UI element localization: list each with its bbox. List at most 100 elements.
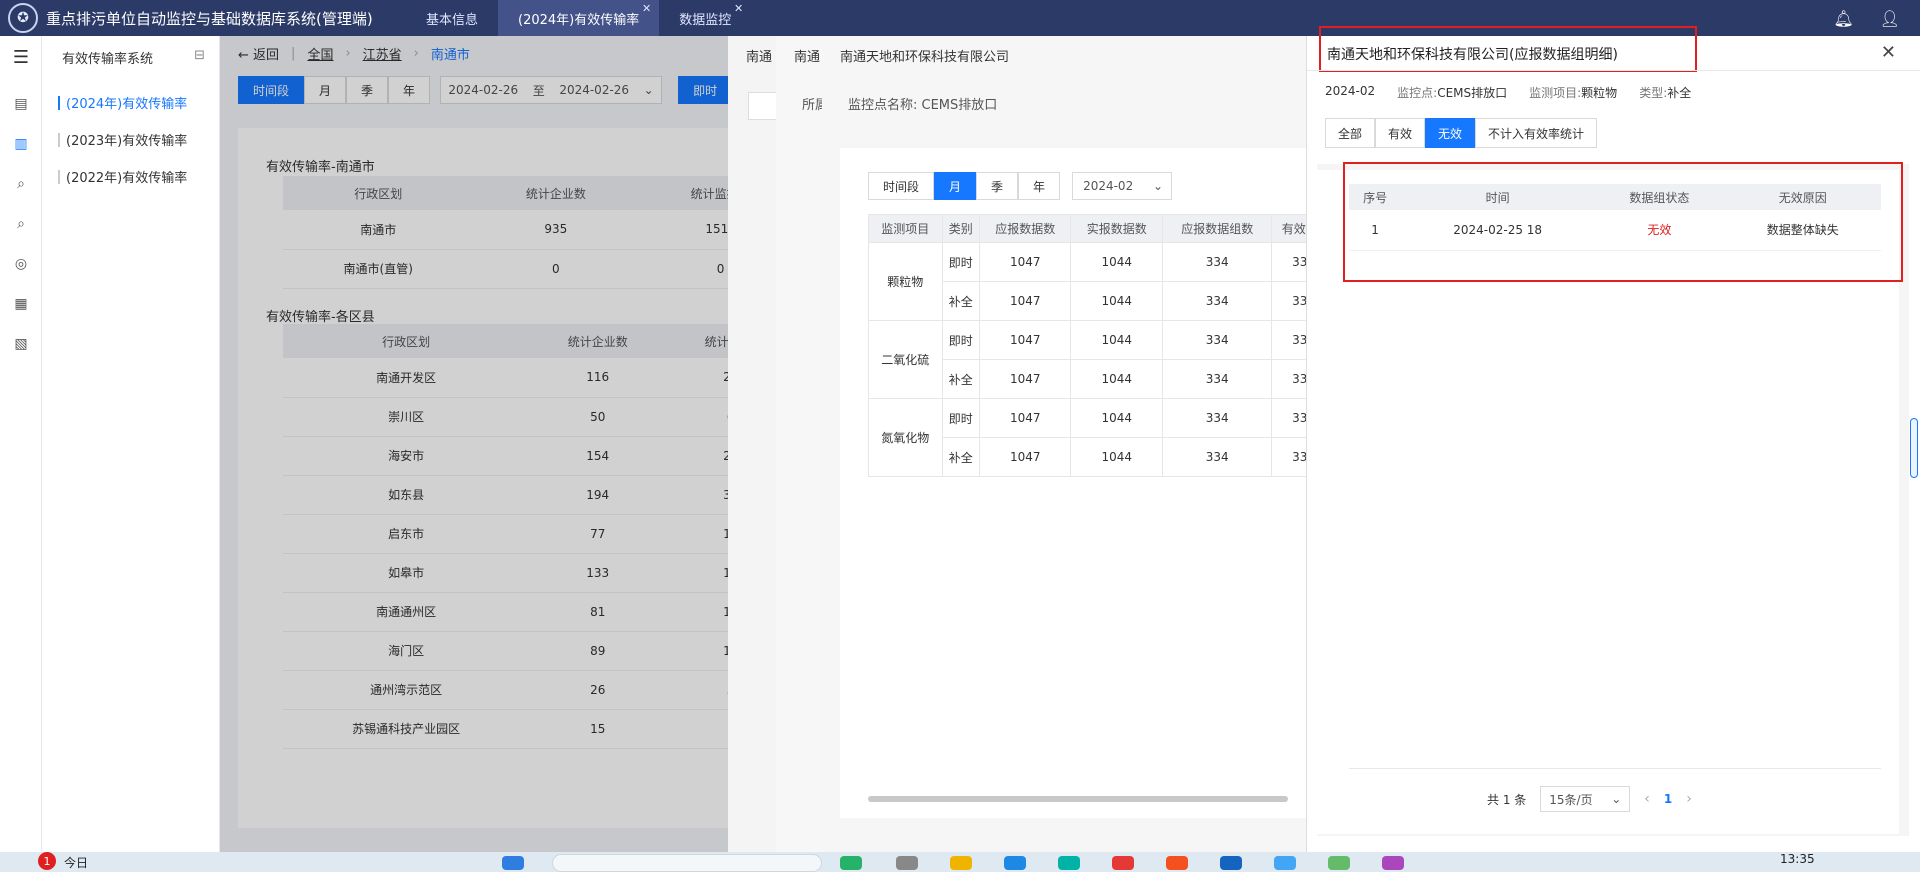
cell: 1047 [978, 398, 1072, 438]
pagination: 共 1 条 15条/页 ⌄ ‹ 1 › [1487, 786, 1692, 812]
list-icon[interactable]: ▦ [0, 284, 42, 324]
app-icon[interactable] [1112, 856, 1134, 870]
subnav-item-label: (2024年)有效传输率 [66, 97, 188, 112]
app-icon[interactable] [1220, 856, 1242, 870]
seg-month[interactable]: 月 [934, 172, 977, 200]
tab-basic-info[interactable]: 基本信息 [406, 0, 498, 36]
cell: 1044 [1070, 242, 1163, 282]
tab-valid[interactable]: 有效 [1375, 118, 1426, 148]
item-marker [58, 132, 60, 147]
table-row[interactable]: 颗粒物 即时 1047 1044 334 33 [868, 242, 1328, 321]
tab-invalid[interactable]: 无效 [1425, 118, 1476, 148]
app-icon[interactable] [896, 856, 918, 870]
seg-year[interactable]: 年 [1018, 172, 1061, 200]
subnav-item-label: (2023年)有效传输率 [66, 134, 188, 149]
cell: 1047 [978, 359, 1072, 399]
app-icon[interactable] [1166, 856, 1188, 870]
highlight-box-title [1319, 26, 1697, 72]
close-icon[interactable]: ✕ [1881, 42, 1896, 63]
cell: 1047 [978, 281, 1072, 321]
monitor-point-label: 监控点名称: CEMS排放口 [848, 98, 998, 113]
taskbar-search[interactable] [552, 854, 822, 872]
app-icon[interactable] [840, 856, 862, 870]
report-search-icon[interactable]: ⌕ [0, 204, 42, 244]
os-taskbar: 1 今日 13:35 [0, 852, 1920, 872]
cell: 即时 [941, 398, 980, 438]
meta-key: 监控点: [1397, 86, 1438, 100]
page-size-select[interactable]: 15条/页 ⌄ [1540, 786, 1631, 812]
target-icon[interactable]: ◎ [0, 244, 42, 284]
seg-period[interactable]: 时间段 [868, 172, 935, 200]
app-icon[interactable] [1328, 856, 1350, 870]
clock: 13:35 [1780, 852, 1815, 866]
month-picker[interactable]: 2024-02 ⌄ [1072, 172, 1173, 200]
chevron-down-icon: ⌄ [1153, 179, 1164, 193]
table-row[interactable]: 氮氧化物 即时 1047 1044 334 33 [868, 398, 1328, 477]
subnav-item-2023[interactable]: (2023年)有效传输率 [42, 121, 219, 158]
highlight-box-table [1343, 162, 1903, 282]
chart-icon[interactable]: ▤ [0, 84, 42, 124]
cell: 1047 [978, 437, 1072, 477]
tab-excluded[interactable]: 不计入有效率统计 [1475, 118, 1598, 148]
col-header: 应报数据数 [978, 214, 1072, 243]
panel-title: 南通 [794, 50, 821, 65]
vertical-scrollbar[interactable] [1910, 418, 1918, 478]
cell: 即时 [941, 242, 980, 282]
subnav-item-2022[interactable]: (2022年)有效传输率 [42, 158, 219, 195]
browser-icon[interactable] [1004, 856, 1026, 870]
table-icon[interactable]: ▧ [0, 324, 42, 364]
tab-transmission-rate[interactable]: (2024年)有效传输率 ✕ [498, 0, 660, 36]
item-marker [58, 169, 60, 184]
cell: 1044 [1070, 281, 1163, 321]
folder-icon[interactable] [950, 856, 972, 870]
meta-value: CEMS排放口 [1437, 86, 1508, 100]
meta-item: 监测项目:颗粒物 [1529, 84, 1617, 101]
subnav-title: 有效传输率系统 ⊟ [42, 36, 219, 78]
app-icon[interactable] [1058, 856, 1080, 870]
app-logo-icon: ✪ [8, 3, 38, 33]
close-icon[interactable]: ✕ [734, 2, 743, 15]
meta-period: 2024-02 [1325, 84, 1376, 98]
cell: 1044 [1070, 359, 1163, 399]
seg-quarter[interactable]: 季 [976, 172, 1019, 200]
total-count: 共 1 条 [1487, 792, 1527, 807]
meta-type: 类型:补全 [1639, 84, 1691, 101]
meta-key: 类型: [1639, 86, 1668, 100]
detail-drawer: 南通天地和环保科技有限公司(应报数据组明细) ✕ 2024-02 监控点:CEM… [1306, 26, 1920, 852]
cell: 补全 [941, 437, 980, 477]
col-header: 类别 [941, 214, 980, 243]
horizontal-scrollbar[interactable] [868, 796, 1288, 802]
cell: 1044 [1070, 437, 1163, 477]
doc-search-icon[interactable]: ⌕ [0, 164, 42, 204]
next-page-icon[interactable]: › [1686, 791, 1692, 807]
cell: 颗粒物 [868, 242, 943, 321]
col-header: 实报数据数 [1070, 214, 1163, 243]
drawer-meta: 2024-02 监控点:CEMS排放口 监测项目:颗粒物 类型:补全 [1325, 84, 1691, 101]
status-tabs: 全部 有效 无效 不计入有效率统计 [1325, 118, 1598, 148]
close-icon[interactable]: ✕ [642, 2, 651, 15]
bell-icon[interactable]: 🔔︎ [1833, 9, 1853, 28]
subnav-item-2024[interactable]: (2024年)有效传输率 [42, 84, 219, 121]
prev-page-icon[interactable]: ‹ [1644, 791, 1650, 807]
user-icon[interactable]: 👤︎ [1880, 9, 1900, 28]
cell: 334 [1161, 398, 1273, 438]
taskbar-label: 今日 [64, 856, 89, 870]
app-icon[interactable] [1274, 856, 1296, 870]
icon-sidebar: ☰ ▤ ▥ ⌕ ⌕ ◎ ▦ ▧ [0, 36, 42, 852]
collapse-icon[interactable]: ⊟ [194, 48, 205, 63]
panel-title: 南通 [746, 50, 773, 65]
page-number[interactable]: 1 [1664, 792, 1672, 806]
transmission-icon[interactable]: ▥ [0, 124, 42, 164]
col-header: 应报数据组数 [1161, 214, 1273, 243]
notification-badge[interactable]: 1 [38, 852, 56, 870]
cell: 氮氧化物 [868, 398, 943, 477]
app-icon[interactable] [1382, 856, 1404, 870]
windows-start-icon[interactable] [502, 856, 524, 870]
table-row[interactable]: 二氧化硫 即时 1047 1044 334 33 [868, 320, 1328, 399]
divider [1349, 768, 1881, 769]
tab-label: 数据监控 [679, 12, 732, 28]
tab-data-monitor[interactable]: 数据监控 ✕ [659, 0, 751, 36]
tab-label: 基本信息 [426, 12, 479, 28]
menu-icon[interactable]: ☰ [0, 36, 42, 78]
tab-all[interactable]: 全部 [1325, 118, 1376, 148]
